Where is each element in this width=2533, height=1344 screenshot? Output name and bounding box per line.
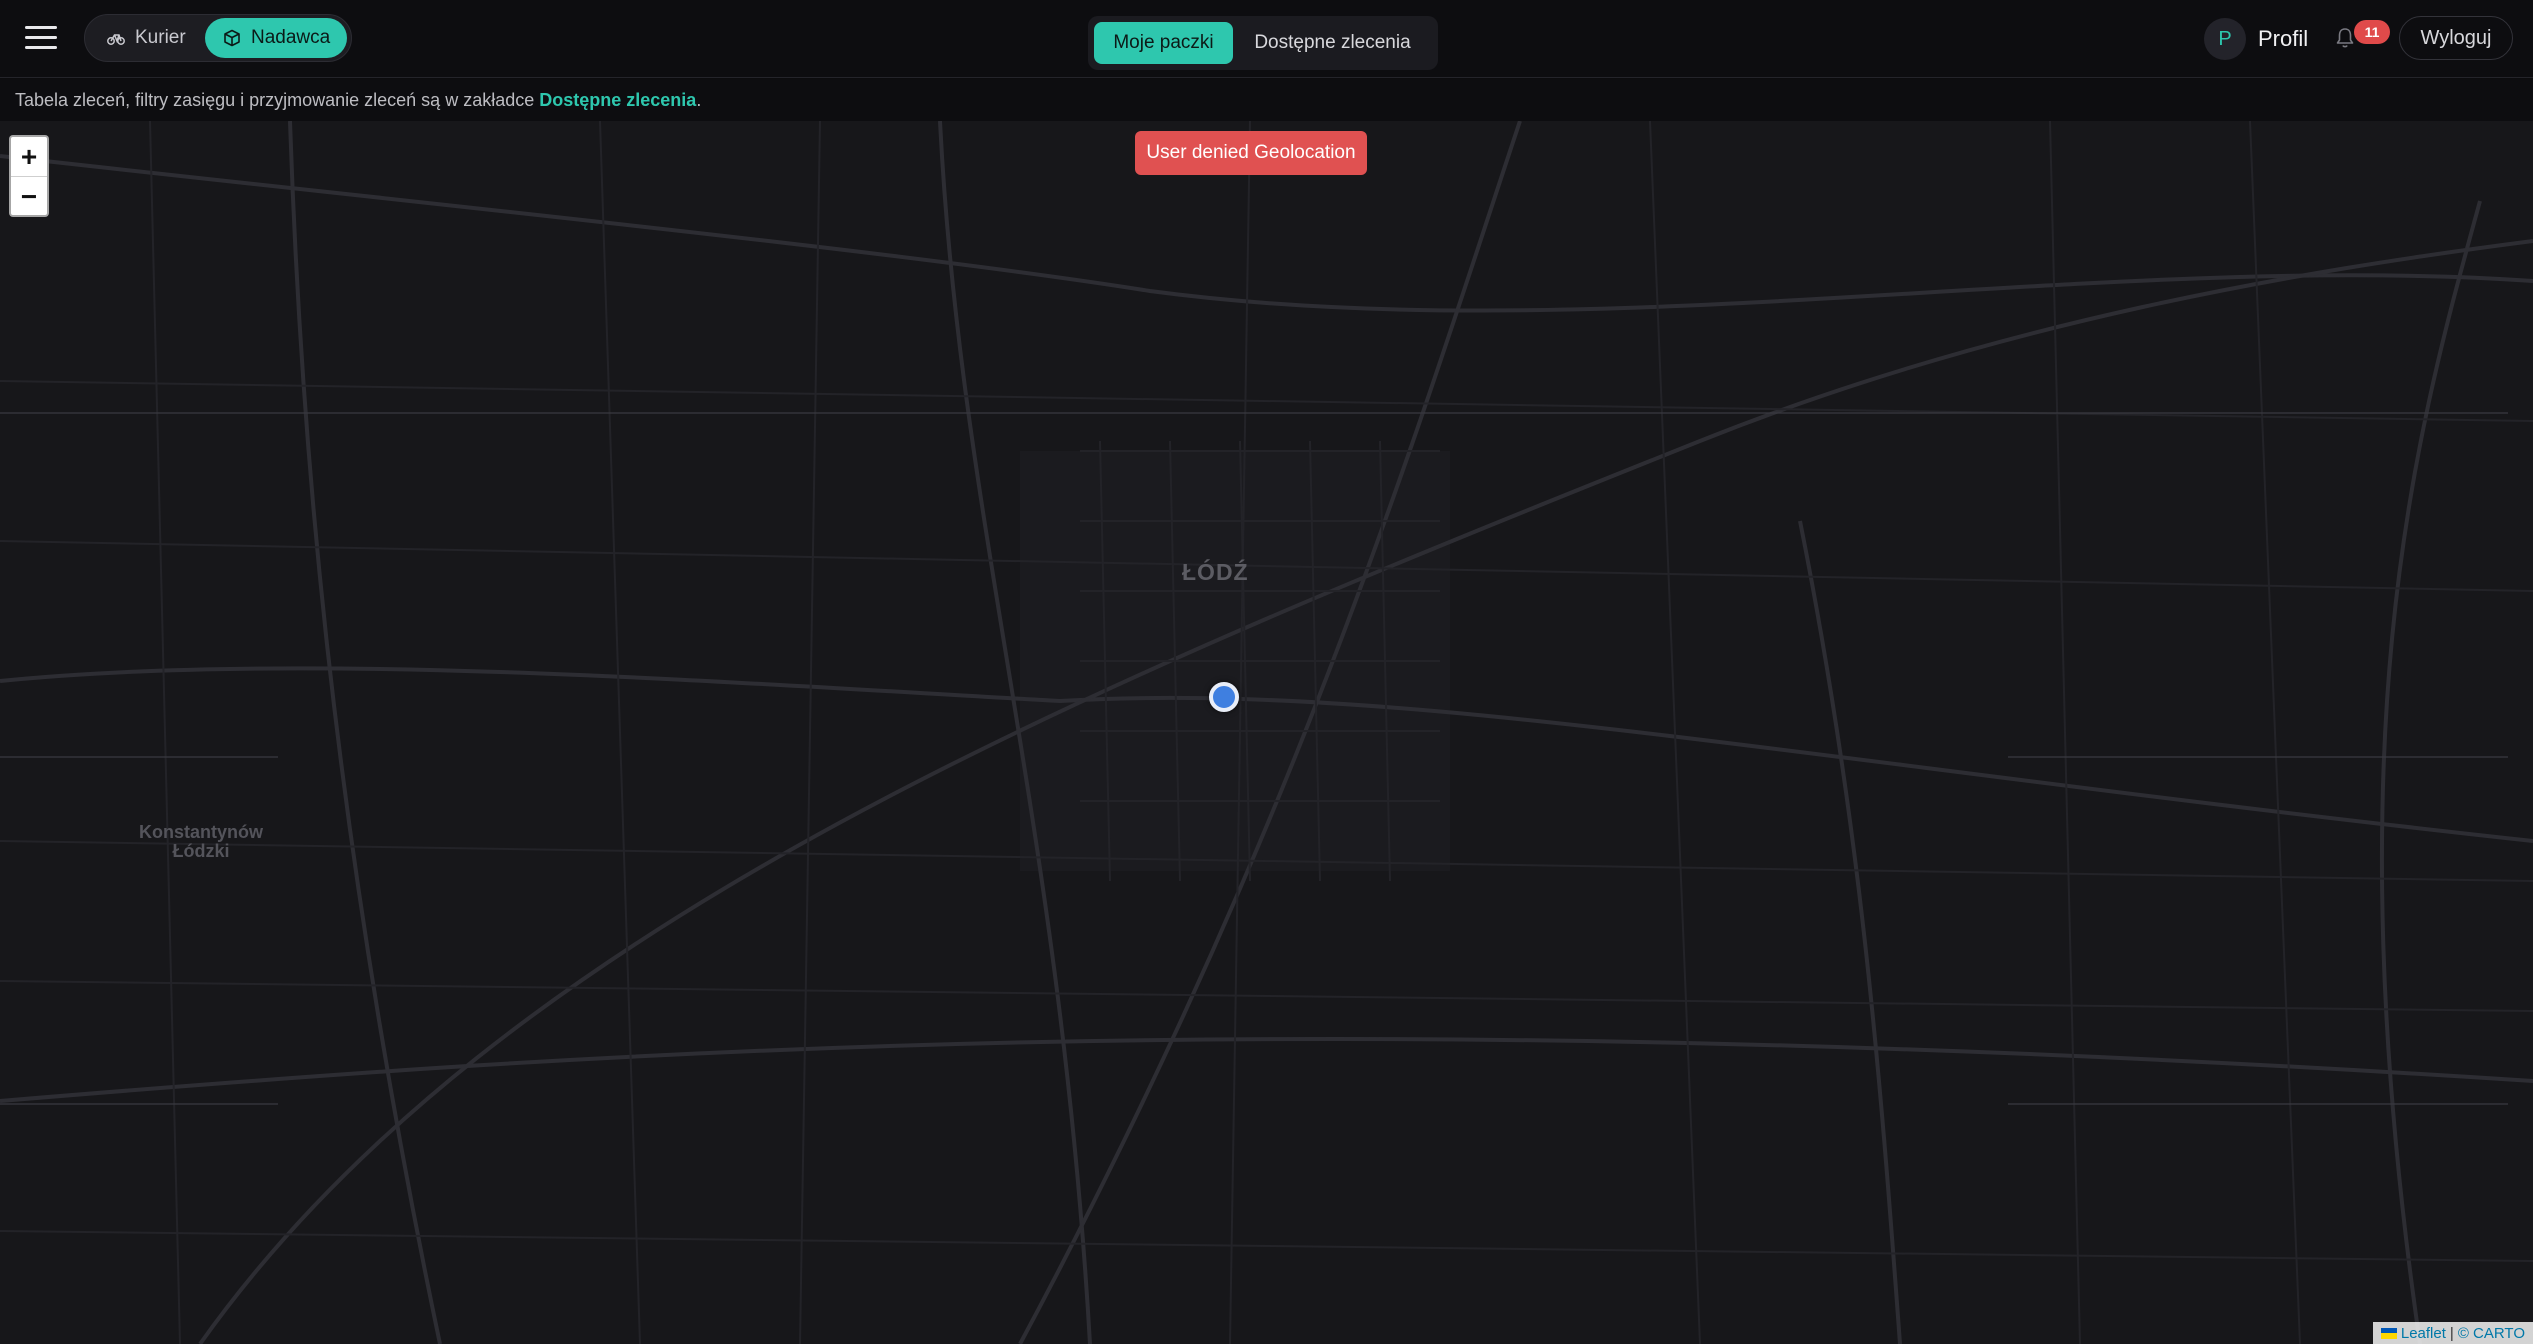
location-marker[interactable] (1209, 682, 1239, 712)
zoom-control: + − (9, 135, 49, 217)
bicycle-icon (107, 34, 125, 45)
map[interactable]: + − User denied Geolocation ŁÓDŹ Konstan… (0, 121, 2533, 1344)
map-attribution: Leaflet | © CARTO (2372, 1322, 2533, 1344)
sender-role-label: Nadawca (251, 27, 331, 48)
info-suffix: . (696, 89, 702, 110)
carto-link[interactable]: © CARTO (2458, 1325, 2525, 1342)
available-orders-link[interactable]: Dostępne zlecenia (539, 90, 696, 111)
courier-role-label: Kurier (135, 27, 186, 48)
tab-dostepne-zlecenia[interactable]: Dostępne zlecenia (1233, 22, 1432, 64)
leaflet-link[interactable]: Leaflet (2401, 1325, 2446, 1342)
logout-button[interactable]: Wyloguj (2399, 16, 2513, 60)
profile-label: Profil (2258, 26, 2309, 51)
town-label: Konstantynów Łódzki (139, 822, 263, 861)
sender-role-button[interactable]: Nadawca (205, 18, 347, 58)
bell-icon[interactable] (2334, 26, 2356, 50)
zoom-in-button[interactable]: + (11, 137, 47, 177)
profile-button[interactable]: P Profil (2204, 18, 2308, 60)
info-notice: Tabela zleceń, filtry zasięgu i przyjmow… (0, 79, 2533, 121)
city-label: ŁÓDŹ (1182, 559, 1249, 585)
role-switch: Kurier Nadawca (84, 14, 352, 62)
info-text: Tabela zleceń, filtry zasięgu i przyjmow… (15, 89, 535, 110)
attribution-separator: | (2449, 1324, 2454, 1342)
view-tabs: Moje paczki Dostępne zlecenia (1088, 16, 1438, 70)
zoom-out-button[interactable]: − (11, 177, 47, 215)
top-navigation-bar: Kurier Nadawca Moje paczki Dostępne zlec… (0, 0, 2533, 78)
package-icon (224, 29, 240, 47)
avatar: P (2204, 18, 2246, 60)
geolocation-error-toast: User denied Geolocation (1135, 131, 1367, 175)
tab-moje-paczki[interactable]: Moje paczki (1094, 22, 1233, 64)
notification-count-badge: 11 (2354, 20, 2390, 44)
courier-role-button[interactable]: Kurier (89, 18, 205, 58)
map-tiles (0, 121, 2533, 1344)
ukraine-flag-icon (2380, 1327, 2397, 1339)
hamburger-menu-icon[interactable] (25, 24, 57, 52)
